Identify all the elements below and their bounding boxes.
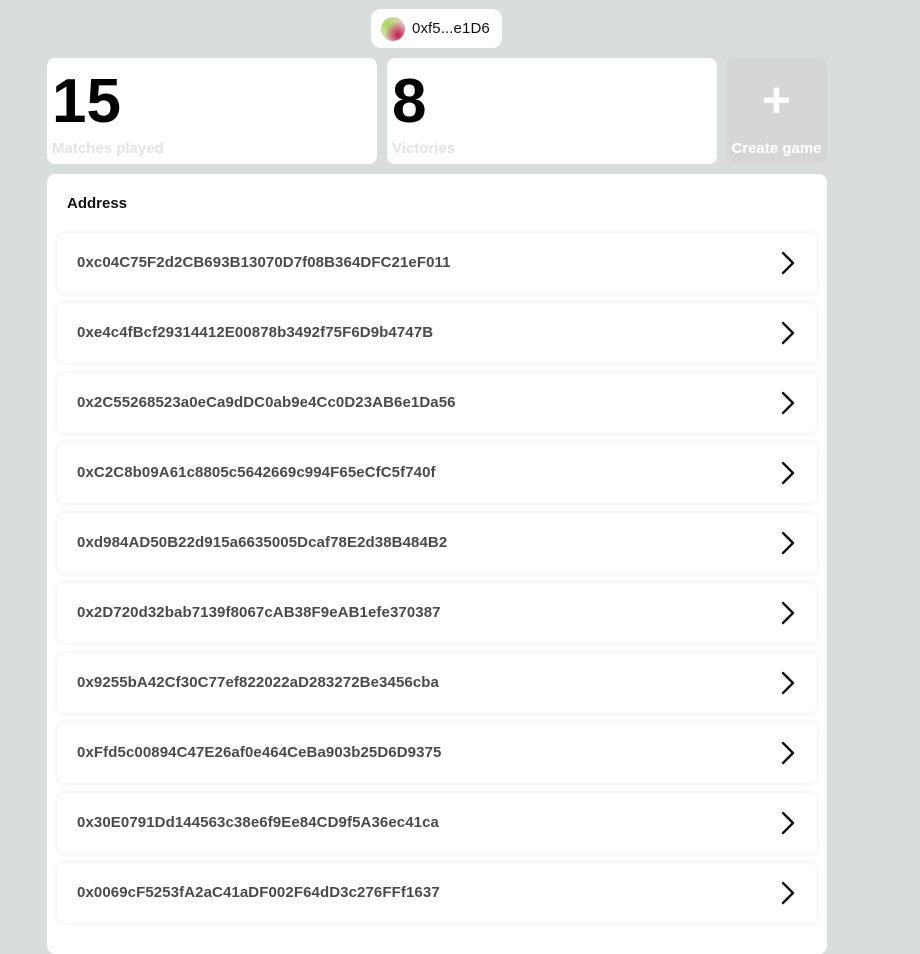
player-address: 0x9255bA42Cf30C77ef822022aD283272Be3456c… [77, 674, 439, 691]
create-game-label: Create game [731, 140, 822, 157]
player-address: 0xFfd5c00894C47E26af0e464CeBa903b25D6D93… [77, 744, 442, 761]
player-address: 0x30E0791Dd144563c38e6f9Ee84CD9f5A36ec41… [77, 814, 439, 831]
list-item[interactable]: 0x2D720d32bab7139f8067cAB38F9eAB1efe3703… [57, 583, 817, 643]
chevron-right-icon [781, 881, 795, 905]
chevron-right-icon [781, 811, 795, 835]
list-item[interactable]: 0x0069cF5253fA2aC41aDF002F64dD3c276FFf16… [57, 863, 817, 923]
chevron-right-icon [781, 391, 795, 415]
list-item[interactable]: 0x9255bA42Cf30C77ef822022aD283272Be3456c… [57, 653, 817, 713]
matches-played-label: Matches played [52, 140, 164, 157]
chevron-right-icon [781, 531, 795, 555]
chevron-right-icon [781, 601, 795, 625]
address-list: 0xc04C75F2d2CB693B13070D7f08B364DFC21eF0… [57, 233, 817, 933]
chevron-right-icon [781, 321, 795, 345]
chevron-right-icon [781, 741, 795, 765]
player-address: 0xd984AD50B22d915a6635005Dcaf78E2d38B484… [77, 534, 448, 551]
victories-card: 8 Victories [387, 58, 717, 164]
address-column-header: Address [67, 195, 128, 212]
wallet-button[interactable]: 0xf5...e1D6 [371, 9, 502, 48]
chevron-right-icon [781, 461, 795, 485]
list-item[interactable]: 0xc04C75F2d2CB693B13070D7f08B364DFC21eF0… [57, 233, 817, 293]
list-item[interactable]: 0xFfd5c00894C47E26af0e464CeBa903b25D6D93… [57, 723, 817, 783]
chevron-right-icon [781, 251, 795, 275]
list-item[interactable]: 0x2C55268523a0eCa9dDC0ab9e4Cc0D23AB6e1Da… [57, 373, 817, 433]
wallet-avatar [381, 16, 405, 41]
matches-played-card: 15 Matches played [47, 58, 377, 164]
create-game-button[interactable]: + Create game [726, 58, 827, 164]
list-item[interactable]: 0xd984AD50B22d915a6635005Dcaf78E2d38B484… [57, 513, 817, 573]
list-item[interactable]: 0xe4c4fBcf29314412E00878b3492f75F6D9b474… [57, 303, 817, 363]
player-address: 0x0069cF5253fA2aC41aDF002F64dD3c276FFf16… [77, 884, 440, 901]
player-address: 0xc04C75F2d2CB693B13070D7f08B364DFC21eF0… [77, 254, 451, 271]
victories-value: 8 [392, 67, 427, 136]
matches-played-value: 15 [52, 67, 121, 136]
plus-icon: + [761, 72, 792, 128]
player-address: 0x2C55268523a0eCa9dDC0ab9e4Cc0D23AB6e1Da… [77, 394, 456, 411]
victories-label: Victories [392, 140, 456, 157]
list-item[interactable]: 0xC2C8b09A61c8805c5642669c994F65eCfC5f74… [57, 443, 817, 503]
chevron-right-icon [781, 671, 795, 695]
wallet-address: 0xf5...e1D6 [412, 20, 490, 37]
address-list-panel: Address 0xc04C75F2d2CB693B13070D7f08B364… [47, 174, 827, 954]
player-address: 0x2D720d32bab7139f8067cAB38F9eAB1efe3703… [77, 604, 441, 621]
player-address: 0xC2C8b09A61c8805c5642669c994F65eCfC5f74… [77, 464, 436, 481]
list-item[interactable]: 0x30E0791Dd144563c38e6f9Ee84CD9f5A36ec41… [57, 793, 817, 853]
player-address: 0xe4c4fBcf29314412E00878b3492f75F6D9b474… [77, 324, 434, 341]
